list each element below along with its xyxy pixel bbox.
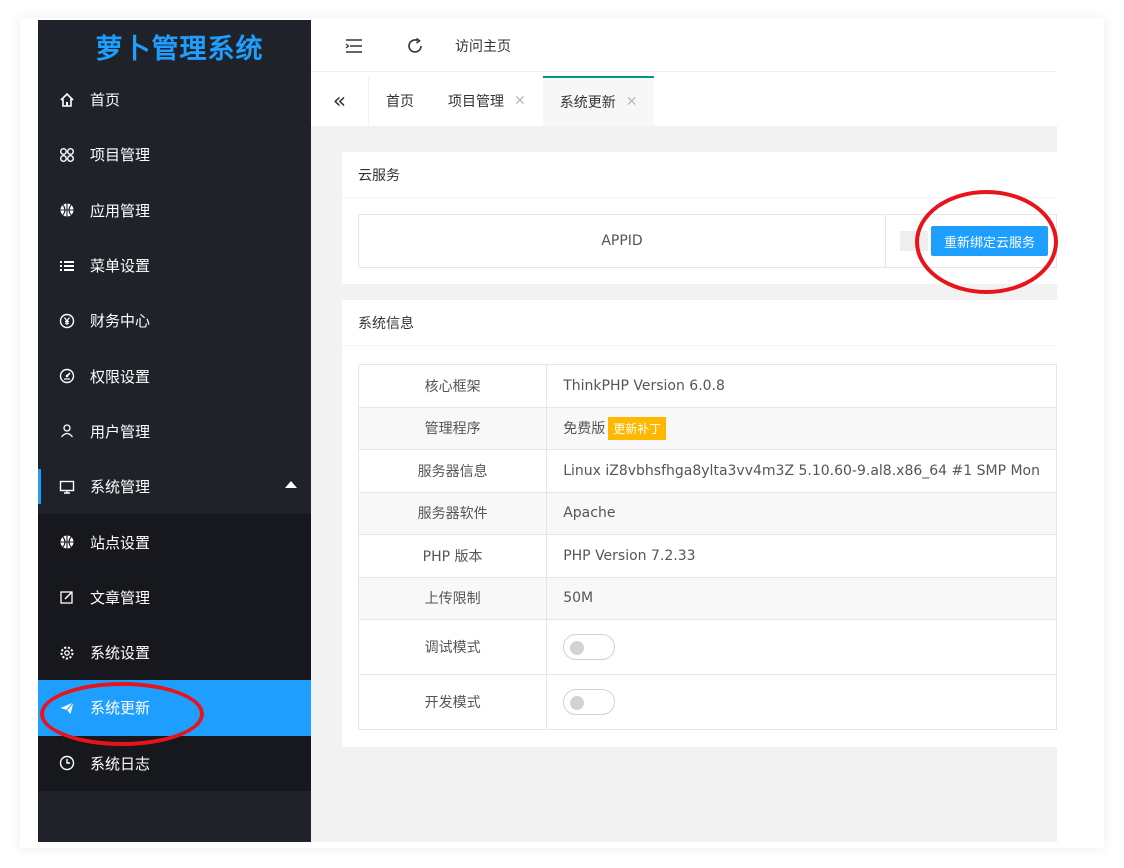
refresh-icon: [408, 37, 422, 53]
monitor-icon: [58, 478, 76, 496]
gear-icon: [58, 644, 76, 662]
home-icon: [58, 91, 76, 109]
row-value: 免费版: [563, 420, 606, 437]
clock-icon: [58, 754, 76, 772]
sidebar-item-label: 系统更新: [90, 699, 151, 718]
sidebar-item-label: 首页: [90, 91, 121, 110]
rebind-cloud-service-button[interactable]: 重新绑定云服务: [931, 226, 1049, 256]
cloud-service-card: 云服务 APPID 重新绑定云服务: [342, 152, 1057, 284]
appid-input[interactable]: [900, 231, 928, 251]
system-info-table: 核心框架 ThinkPHP Version 6.0.8 管理程序 免费版 更新补丁…: [357, 364, 1057, 730]
close-icon[interactable]: ✕: [514, 93, 526, 109]
sidebar-item-label: 系统设置: [90, 644, 151, 663]
row-value: PHP Version 7.2.33: [546, 534, 1057, 578]
app-logo: 萝卜管理系统: [95, 33, 264, 65]
row-key: 核心框架: [357, 364, 548, 408]
caret-up-icon: [285, 481, 297, 489]
row-key: 上传限制: [357, 576, 548, 620]
tab-home[interactable]: 首页: [369, 76, 431, 126]
gauge-icon: [58, 367, 76, 385]
main-content: 云服务 APPID 重新绑定云服务 系统信息 核心框架 ThinkPHP Ver…: [311, 127, 1057, 842]
tab-label: 项目管理: [448, 94, 504, 110]
sidebar-item-label: 系统日志: [90, 754, 151, 773]
edit-icon: [58, 588, 76, 606]
sidebar-subitem-articles[interactable]: 文章管理: [38, 569, 311, 625]
sidebar-item-label: 财务中心: [90, 312, 151, 331]
table-row: 上传限制 50M: [357, 576, 1057, 620]
dev-mode-toggle[interactable]: [563, 689, 616, 715]
sidebar-footer: [38, 795, 311, 842]
sidebar-item-home[interactable]: 首页: [38, 72, 311, 127]
row-key: 管理程序: [357, 406, 548, 450]
sidebar-item-permissions[interactable]: 权限设置: [38, 348, 311, 403]
table-row: 开发模式: [357, 674, 1057, 730]
row-value: Linux iZ8vbhsfhga8ylta3vv4m3Z 5.10.60-9.…: [546, 449, 1057, 493]
tab-bar: « 首页 项目管理 ✕ 系统更新 ✕: [311, 76, 1057, 127]
row-key: 服务器软件: [357, 491, 548, 535]
system-info-card: 系统信息 核心框架 ThinkPHP Version 6.0.8 管理程序 免费…: [342, 300, 1057, 747]
double-chevron-left-icon: «: [332, 88, 347, 114]
sidebar-item-label: 用户管理: [90, 422, 151, 441]
row-value-cell: [546, 674, 1057, 730]
tabs-scroll-left-button[interactable]: «: [311, 76, 369, 126]
apps-icon: [58, 146, 76, 164]
sidebar-subitem-system-log[interactable]: 系统日志: [38, 735, 311, 791]
card-title: 系统信息: [342, 300, 1057, 346]
send-icon: [58, 699, 76, 717]
sidebar: 萝卜管理系统 首页 项目管理 应用管理 菜单设置 财务中心 权限设置 用户管理 …: [38, 20, 311, 842]
hamburger-icon: [345, 38, 362, 53]
row-value-cell: 免费版 更新补丁: [546, 406, 1057, 450]
topbar: 访问主页: [311, 20, 1057, 72]
sidebar-item-menu-settings[interactable]: 菜单设置: [38, 238, 311, 293]
row-key: 开发模式: [357, 674, 548, 730]
close-icon[interactable]: ✕: [626, 94, 638, 110]
row-key: PHP 版本: [357, 534, 548, 578]
row-value: 50M: [546, 576, 1057, 620]
row-value: ThinkPHP Version 6.0.8: [546, 364, 1057, 408]
sidebar-item-label: 权限设置: [90, 367, 151, 386]
user-icon: [58, 422, 76, 440]
tab-label: 首页: [386, 94, 414, 110]
table-row: 调试模式: [357, 619, 1057, 675]
row-value-cell: [546, 619, 1057, 675]
sidebar-subitem-system-settings[interactable]: 系统设置: [38, 624, 311, 681]
yen-icon: [58, 312, 76, 330]
visit-homepage-link[interactable]: 访问主页: [433, 20, 511, 72]
sidebar-item-label: 系统管理: [90, 478, 151, 497]
appid-label: APPID: [359, 215, 886, 267]
sidebar-item-projects[interactable]: 项目管理: [38, 127, 311, 182]
table-row: 服务器软件 Apache: [357, 491, 1057, 535]
sidebar-item-label: 站点设置: [90, 533, 151, 552]
refresh-button[interactable]: [397, 20, 433, 72]
sidebar-item-label: 菜单设置: [90, 257, 151, 276]
sidebar-menu: 首页 项目管理 应用管理 菜单设置 财务中心 权限设置 用户管理 系统管理 站点…: [38, 72, 311, 791]
table-row: 核心框架 ThinkPHP Version 6.0.8: [357, 364, 1057, 408]
row-value: Apache: [546, 491, 1057, 535]
sidebar-item-label: 文章管理: [90, 588, 151, 607]
sidebar-item-label: 项目管理: [90, 146, 151, 165]
tab-label: 系统更新: [559, 95, 616, 111]
globe-icon: [58, 201, 76, 219]
sidebar-item-system[interactable]: 系统管理: [38, 459, 311, 514]
sidebar-item-label: 应用管理: [90, 201, 151, 220]
table-row: PHP 版本 PHP Version 7.2.33: [357, 534, 1057, 578]
sidebar-item-users[interactable]: 用户管理: [38, 404, 311, 459]
row-key: 服务器信息: [357, 449, 548, 493]
sidebar-subitem-system-update[interactable]: 系统更新: [38, 680, 311, 736]
update-patch-badge[interactable]: 更新补丁: [608, 416, 667, 440]
sidebar-subitem-site-settings[interactable]: 站点设置: [38, 514, 311, 570]
sidebar-item-finance[interactable]: 财务中心: [38, 293, 311, 348]
list-icon: [58, 257, 76, 275]
globe-icon: [58, 533, 76, 551]
card-title: 云服务: [342, 152, 1057, 198]
menu-toggle-button[interactable]: [311, 20, 397, 72]
row-key: 调试模式: [357, 619, 548, 675]
debug-mode-toggle[interactable]: [563, 634, 616, 660]
tab-system-update[interactable]: 系统更新 ✕: [542, 76, 655, 126]
tab-projects[interactable]: 项目管理 ✕: [431, 76, 543, 126]
table-row: 管理程序 免费版 更新补丁: [357, 406, 1057, 450]
appid-row: APPID 重新绑定云服务: [358, 214, 1057, 268]
table-row: 服务器信息 Linux iZ8vbhsfhga8ylta3vv4m3Z 5.10…: [357, 449, 1057, 493]
sidebar-item-apps[interactable]: 应用管理: [38, 183, 311, 238]
